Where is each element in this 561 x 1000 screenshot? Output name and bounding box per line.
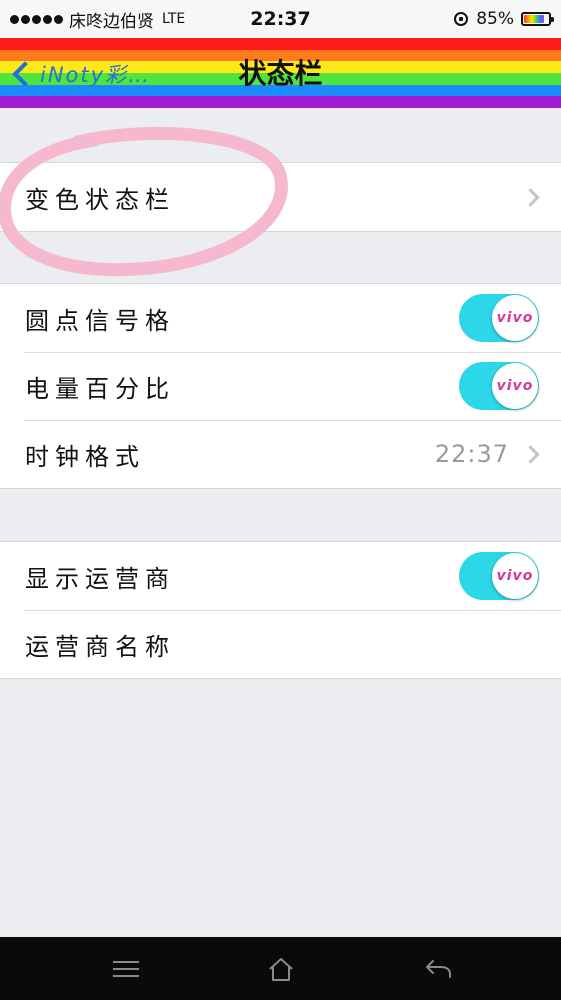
status-right: 85% xyxy=(454,0,554,38)
rainbow-stripe xyxy=(0,38,561,50)
row-carrier-name[interactable]: 运营商名称 xyxy=(0,610,561,678)
rainbow-stripe xyxy=(0,96,561,108)
system-nav-bar xyxy=(0,937,561,1000)
home-icon xyxy=(269,957,293,981)
row-label: 运营商名称 xyxy=(25,632,175,661)
row-label: 显示运营商 xyxy=(25,564,175,593)
back-button[interactable]: iNoty彩… xyxy=(8,54,151,94)
row-label: 电量百分比 xyxy=(25,374,175,403)
home-button[interactable] xyxy=(241,937,321,1000)
vivo-logo: vivo xyxy=(496,310,534,326)
settings-group-carrier: 显示运营商 vivo 运营商名称 xyxy=(0,541,561,679)
row-label: 时钟格式 xyxy=(25,442,145,471)
settings-group-display: 圆点信号格 vivo 电量百分比 vivo 时钟格式 22:37 xyxy=(0,283,561,489)
menu-icon xyxy=(113,960,139,977)
vivo-logo: vivo xyxy=(496,378,534,394)
toggle-knob: vivo xyxy=(492,363,538,409)
navigation-bar: iNoty彩… 状态栏 xyxy=(0,38,561,108)
row-clock-format[interactable]: 时钟格式 22:37 xyxy=(0,420,561,488)
row-label: 变色状态栏 xyxy=(25,185,175,214)
chevron-left-icon xyxy=(12,61,38,87)
battery-percent: 85% xyxy=(476,9,514,29)
row-label: 圆点信号格 xyxy=(25,306,175,335)
row-dot-signal: 圆点信号格 vivo xyxy=(0,284,561,352)
chevron-right-icon xyxy=(521,444,540,464)
back-button-label: iNoty彩… xyxy=(40,63,152,87)
show-carrier-toggle[interactable]: vivo xyxy=(459,552,539,600)
row-battery-percent: 电量百分比 vivo xyxy=(0,352,561,420)
chevron-right-icon xyxy=(521,187,540,207)
battery-percent-toggle[interactable]: vivo xyxy=(459,362,539,410)
back-arrow-icon xyxy=(426,959,451,978)
rotation-lock-icon xyxy=(454,12,469,26)
settings-group-color-bar: 变色状态栏 xyxy=(0,162,561,232)
row-color-status-bar[interactable]: 变色状态栏 xyxy=(0,163,561,231)
menu-button[interactable] xyxy=(86,937,166,1000)
vivo-logo: vivo xyxy=(496,568,534,584)
battery-icon xyxy=(521,12,554,26)
toggle-knob: vivo xyxy=(492,295,538,341)
status-bar: 床咚边伯贤 LTE 22:37 85% xyxy=(0,0,561,38)
battery-fill xyxy=(524,15,544,23)
dot-signal-toggle[interactable]: vivo xyxy=(459,294,539,342)
back-nav-button[interactable] xyxy=(398,937,478,1000)
clock-format-value: 22:37 xyxy=(434,440,509,468)
toggle-knob: vivo xyxy=(492,553,538,599)
row-show-carrier: 显示运营商 vivo xyxy=(0,542,561,610)
